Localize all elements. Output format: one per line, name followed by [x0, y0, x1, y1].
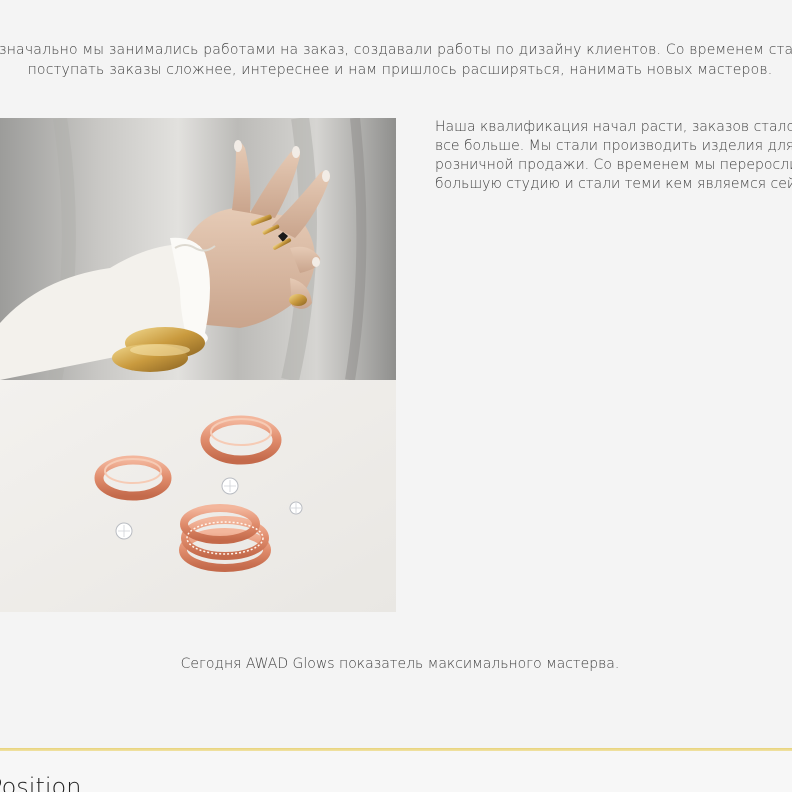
lower-section [0, 751, 792, 792]
page: Изначально мы занимались работами на зак… [0, 0, 792, 792]
position-heading: Position [0, 773, 82, 792]
rose-gold-rings-image [0, 380, 396, 612]
intro-line-2: поступать заказы сложнее, интереснее и н… [27, 62, 773, 78]
today-statement: Сегодня AWAD Glows показатель максимальн… [180, 656, 620, 672]
intro-line-1: Изначально мы занимались работами на зак… [0, 42, 792, 58]
hand-photo-illustration [0, 118, 396, 380]
hand-with-rings-image [0, 118, 396, 380]
history-paragraph: Наша квалификация начал расти, заказов с… [435, 119, 792, 192]
intro-paragraph: Изначально мы занимались работами на зак… [0, 40, 792, 80]
rings-photo-illustration [0, 380, 396, 612]
